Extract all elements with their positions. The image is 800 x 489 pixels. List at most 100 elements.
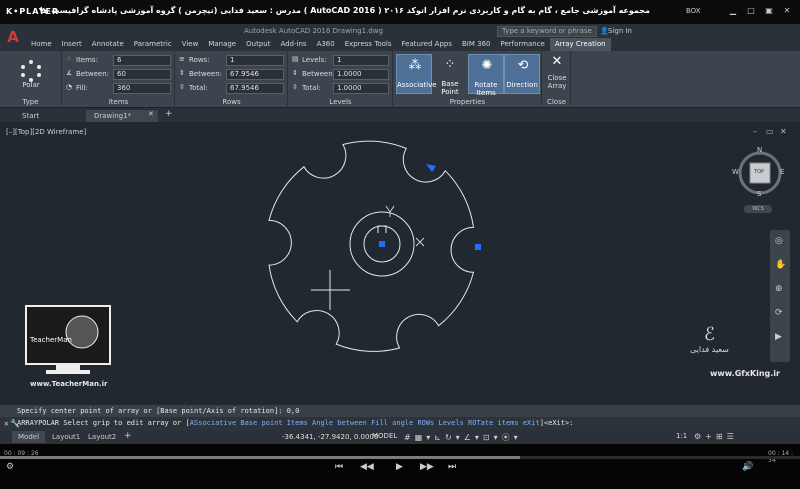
polar-array-outline[interactable] xyxy=(268,140,475,352)
viewcube-top-face[interactable]: TOP xyxy=(754,169,764,175)
tab-parametric[interactable]: Parametric xyxy=(129,38,177,51)
tab-array-creation[interactable]: Array Creation xyxy=(549,38,611,51)
items-fill-field[interactable]: 360 xyxy=(113,83,171,94)
status-tray-icons[interactable]: ⚙+⊞☰ xyxy=(694,432,738,441)
wcs-menu[interactable]: WCS xyxy=(744,205,772,213)
rows-between-field[interactable]: 67.9546 xyxy=(226,69,284,80)
levels-icon: ▤ xyxy=(292,55,299,63)
option-associative[interactable]: ASsociative xyxy=(190,419,236,427)
tab-output[interactable]: Output xyxy=(241,38,275,51)
base-point-label: Base Point xyxy=(441,80,459,96)
volume-icon[interactable]: 🔊 xyxy=(742,462,753,472)
viewcube-east[interactable]: E xyxy=(780,168,784,176)
close-tab-icon[interactable]: ✕ xyxy=(148,110,154,118)
option-rotate-items[interactable]: ROTate items xyxy=(468,419,519,427)
base-point-button[interactable]: ⁘ Base Point xyxy=(432,54,468,97)
command-close-icon[interactable]: ✕ xyxy=(4,417,9,430)
tab-performance[interactable]: Performance xyxy=(495,38,549,51)
tab-express-tools[interactable]: Express Tools xyxy=(340,38,397,51)
tab-model[interactable]: Model xyxy=(12,431,46,443)
viewcube-west[interactable]: W xyxy=(732,168,739,176)
teacherman-name: TeacherMan xyxy=(30,336,72,344)
restore-icon[interactable]: ▣ xyxy=(764,6,774,15)
minimize-icon[interactable]: ▁ xyxy=(728,6,738,15)
fill-angle-icon: ◔ xyxy=(66,83,73,91)
tab-start[interactable]: Start xyxy=(14,110,84,122)
keyway[interactable] xyxy=(377,225,387,233)
close-array-button[interactable]: ✕ Close Array xyxy=(545,54,569,94)
rewind-icon[interactable]: ◀◀ xyxy=(360,462,374,472)
close-icon[interactable]: ✕ xyxy=(782,6,792,15)
tab-manage[interactable]: Manage xyxy=(203,38,241,51)
command-line[interactable]: ✕ 🔧 ARRAYPOLAR Select grip to edit array… xyxy=(0,417,800,430)
command-settings-icon[interactable]: 🔧 xyxy=(10,417,20,430)
pan-icon[interactable]: ✋ xyxy=(775,260,786,270)
zoom-extents-icon[interactable]: ⊕ xyxy=(775,284,783,294)
tab-bim-360[interactable]: BIM 360 xyxy=(457,38,496,51)
tab-annotate[interactable]: Annotate xyxy=(87,38,129,51)
tab-add-ins[interactable]: Add-ins xyxy=(275,38,311,51)
autocad-application-menu[interactable]: A xyxy=(0,24,26,51)
rows-count-field[interactable]: 1 xyxy=(226,55,284,66)
next-icon[interactable]: ⏭ xyxy=(448,462,456,472)
radius-grip[interactable] xyxy=(475,244,481,250)
option-levels[interactable]: Levels xyxy=(439,419,464,427)
option-fill-angle[interactable]: Fill angle xyxy=(371,419,413,427)
command-suffix: ]<eXit>: xyxy=(539,419,574,427)
tab-insert[interactable]: Insert xyxy=(57,38,87,51)
player-settings-icon[interactable]: ⚙ xyxy=(6,462,14,472)
option-exit[interactable]: eXit xyxy=(523,419,540,427)
close-array-label: Close Array xyxy=(547,74,567,90)
polar-button[interactable]: Polar xyxy=(0,81,62,89)
drafting-toggles[interactable]: #▦▾⊾↻▾∠▾⊡▾⦿▾ xyxy=(404,432,522,443)
properties-panel: ⁂ Associative ⁘ Base Point ✺ Rotate Item… xyxy=(394,51,542,108)
showmotion-icon[interactable]: ▶ xyxy=(775,332,782,342)
add-layout-icon[interactable]: + xyxy=(124,431,132,441)
direction-button[interactable]: ⟲ Direction xyxy=(504,54,540,94)
sign-in-button[interactable]: Sign In xyxy=(608,27,632,35)
tab-home[interactable]: Home xyxy=(26,38,57,51)
orbit-icon[interactable]: ⟳ xyxy=(775,308,783,318)
drawing-geometry[interactable] xyxy=(0,122,800,405)
tab-layout1[interactable]: Layout1 xyxy=(46,431,86,443)
tab-layout2[interactable]: Layout2 xyxy=(82,431,122,443)
search-input[interactable]: Type a keyword or phrase xyxy=(497,26,597,37)
play-icon[interactable]: ▶ xyxy=(396,462,403,472)
items-count-field[interactable]: 6 xyxy=(113,55,171,66)
option-items[interactable]: Items xyxy=(287,419,308,427)
tab-a360[interactable]: A360 xyxy=(312,38,340,51)
levels-between-field[interactable]: 1.0000 xyxy=(333,69,389,80)
viewcube-north[interactable]: N xyxy=(757,146,762,154)
close-array-icon: ✕ xyxy=(551,54,563,69)
items-between-field[interactable]: 60 xyxy=(113,69,171,80)
rows-total-field[interactable]: 67.9546 xyxy=(226,83,284,94)
associative-button[interactable]: ⁂ Associative xyxy=(396,54,437,94)
player-box-menu[interactable]: BOX xyxy=(686,7,701,15)
gfxking-mark-icon: ℰ xyxy=(703,324,715,345)
rows-panel: ≡ Rows: 1 ⇕ Between: 67.9546 ⇳ Total: 67… xyxy=(176,51,288,108)
center-grip[interactable] xyxy=(379,241,385,247)
maximize-icon[interactable]: □ xyxy=(746,6,756,15)
option-angle-between[interactable]: Angle between xyxy=(312,419,367,427)
levels-count-field[interactable]: 1 xyxy=(333,55,389,66)
window-title: Autodesk AutoCAD 2016 Drawing1.dwg xyxy=(244,27,383,35)
count-grip[interactable] xyxy=(426,164,436,172)
annotation-scale[interactable]: 1:1 xyxy=(676,432,687,440)
teacherman-url: www.TeacherMan.ir xyxy=(30,380,108,388)
option-rows[interactable]: ROWs xyxy=(417,419,434,427)
levels-total-field[interactable]: 1.0000 xyxy=(333,83,389,94)
tab-view[interactable]: View xyxy=(177,38,204,51)
gfxking-url: www.GfxKing.ir xyxy=(710,369,780,378)
viewcube[interactable]: N S E W TOP xyxy=(732,146,785,198)
previous-icon[interactable]: ⏮ xyxy=(335,462,343,472)
steering-wheel-icon[interactable]: ◎ xyxy=(775,236,783,246)
tab-featured-apps[interactable]: Featured Apps xyxy=(397,38,457,51)
polar-array-icon[interactable] xyxy=(19,59,43,83)
option-base-point[interactable]: Base point xyxy=(240,419,282,427)
rotate-items-button[interactable]: ✺ Rotate Items xyxy=(468,54,504,97)
viewcube-south[interactable]: S xyxy=(757,190,761,198)
new-tab-icon[interactable]: + xyxy=(165,109,173,119)
direction-icon: ⟲ xyxy=(517,58,529,73)
fast-forward-icon[interactable]: ▶▶ xyxy=(420,462,434,472)
model-space-toggle[interactable]: MODEL xyxy=(372,432,397,440)
